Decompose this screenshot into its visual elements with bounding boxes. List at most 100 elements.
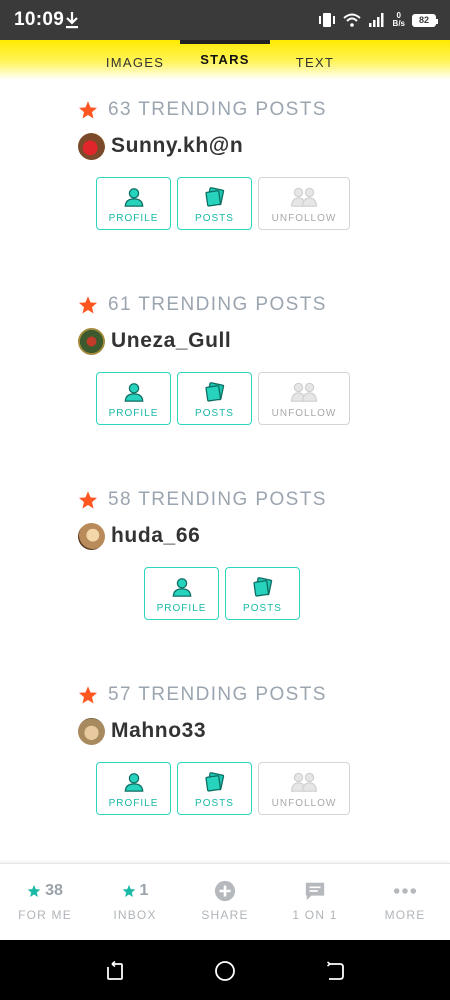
user-line[interactable]: Sunny.kh@n — [78, 131, 243, 161]
nav-inbox-count: 1 — [139, 882, 149, 899]
avatar[interactable] — [78, 717, 105, 745]
trending-count: 63 TRENDING POSTS — [108, 99, 327, 120]
wifi-icon — [342, 13, 361, 27]
nav-inbox[interactable]: 1 INBOX — [90, 864, 180, 941]
star-card: 57 TRENDING POSTS Mahno33 PROFILE POSTS … — [0, 682, 450, 877]
battery-icon: 82 — [412, 13, 438, 27]
star-icon — [27, 884, 41, 897]
posts-button[interactable]: POSTS — [177, 372, 252, 425]
avatar[interactable] — [78, 327, 105, 355]
profile-button[interactable]: PROFILE — [144, 567, 219, 620]
unfollow-button[interactable]: UNFOLLOW — [258, 177, 350, 230]
posts-button[interactable]: POSTS — [177, 762, 252, 815]
profile-label: PROFILE — [108, 213, 159, 224]
nav-inbox-top: 1 — [122, 880, 149, 902]
battery-level: 82 — [418, 15, 429, 25]
star-card: 63 TRENDING POSTS Sunny.kh@n PROFILE POS… — [0, 97, 450, 292]
posts-label: POSTS — [195, 213, 234, 224]
back-icon[interactable] — [324, 960, 346, 982]
profile-icon — [124, 773, 143, 792]
posts-label: POSTS — [243, 603, 282, 614]
nav-share[interactable]: SHARE — [180, 864, 270, 941]
tab-bar: IMAGES STARS TEXT — [0, 40, 450, 80]
unfollow-icon — [290, 187, 318, 207]
star-card: 58 TRENDING POSTS huda_66 PROFILE POSTS — [0, 487, 450, 682]
net-speed-unit: B/s — [392, 19, 405, 28]
posts-label: POSTS — [195, 798, 234, 809]
username[interactable]: Uneza_Gull — [111, 329, 231, 353]
active-tab-indicator — [180, 40, 270, 44]
nav-inbox-label: INBOX — [113, 908, 157, 922]
chat-icon — [305, 882, 325, 901]
nav-more-label: MORE — [384, 908, 426, 922]
posts-label: POSTS — [195, 408, 234, 419]
username[interactable]: Mahno33 — [111, 719, 206, 743]
profile-label: PROFILE — [156, 603, 207, 614]
plus-circle-icon — [214, 880, 236, 902]
tab-stars[interactable]: STARS — [180, 40, 270, 80]
more-dots-icon — [393, 888, 417, 894]
action-buttons: PROFILE POSTS — [144, 567, 300, 621]
unfollow-label: UNFOLLOW — [271, 408, 337, 419]
star-card: 61 TRENDING POSTS Uneza_Gull PROFILE POS… — [0, 292, 450, 487]
nav-more[interactable]: MORE — [360, 864, 450, 941]
posts-icon — [204, 187, 224, 207]
bottom-nav: 38 FOR ME 1 INBOX SHARE 1 ON 1 MORE — [0, 863, 450, 940]
tab-stars-label: STARS — [200, 51, 250, 67]
nav-for-me-top: 38 — [27, 880, 63, 902]
status-icons: 0 B/s 82 — [318, 10, 438, 30]
user-line[interactable]: Mahno33 — [78, 716, 206, 746]
nav-one-on-one[interactable]: 1 ON 1 — [270, 864, 360, 941]
trending-line: 63 TRENDING POSTS — [78, 97, 327, 123]
unfollow-label: UNFOLLOW — [271, 798, 337, 809]
trending-count: 57 TRENDING POSTS — [108, 684, 327, 705]
tab-text[interactable]: TEXT — [280, 40, 350, 80]
net-speed: 0 B/s — [393, 12, 405, 28]
profile-button[interactable]: PROFILE — [96, 372, 171, 425]
profile-button[interactable]: PROFILE — [96, 177, 171, 230]
posts-icon — [204, 772, 224, 792]
posts-button[interactable]: POSTS — [177, 177, 252, 230]
profile-label: PROFILE — [108, 408, 159, 419]
profile-icon — [172, 578, 191, 597]
system-nav-bar — [0, 940, 450, 1000]
star-icon — [122, 884, 135, 897]
unfollow-icon — [290, 772, 318, 792]
nav-one-on-one-top — [304, 880, 326, 902]
posts-button[interactable]: POSTS — [225, 567, 300, 620]
avatar[interactable] — [78, 522, 105, 550]
profile-icon — [124, 188, 143, 207]
unfollow-icon — [290, 382, 318, 402]
trending-count: 58 TRENDING POSTS — [108, 489, 327, 510]
posts-icon — [252, 577, 272, 597]
nav-one-on-one-label: 1 ON 1 — [292, 908, 338, 922]
home-icon[interactable] — [214, 960, 236, 982]
recents-icon[interactable] — [104, 960, 126, 982]
nav-for-me[interactable]: 38 FOR ME — [0, 864, 90, 941]
username[interactable]: Sunny.kh@n — [111, 134, 243, 158]
nav-share-label: SHARE — [201, 908, 249, 922]
vibrate-icon — [318, 13, 335, 27]
star-icon — [79, 686, 97, 704]
trending-line: 61 TRENDING POSTS — [78, 292, 327, 318]
unfollow-button[interactable]: UNFOLLOW — [258, 372, 350, 425]
profile-button[interactable]: PROFILE — [96, 762, 171, 815]
tab-images[interactable]: IMAGES — [95, 40, 175, 80]
unfollow-label: UNFOLLOW — [271, 213, 337, 224]
star-icon — [79, 296, 97, 314]
profile-icon — [124, 383, 143, 402]
unfollow-button[interactable]: UNFOLLOW — [258, 762, 350, 815]
username[interactable]: huda_66 — [111, 524, 200, 548]
nav-for-me-count: 38 — [45, 882, 63, 899]
status-time: 10:09 — [14, 9, 65, 30]
user-line[interactable]: Uneza_Gull — [78, 326, 231, 356]
profile-label: PROFILE — [108, 798, 159, 809]
nav-for-me-label: FOR ME — [18, 908, 72, 922]
trending-line: 57 TRENDING POSTS — [78, 682, 327, 708]
avatar[interactable] — [78, 132, 105, 160]
download-icon — [66, 12, 78, 29]
trending-count: 61 TRENDING POSTS — [108, 294, 327, 315]
star-icon — [79, 491, 97, 509]
posts-icon — [204, 382, 224, 402]
user-line[interactable]: huda_66 — [78, 521, 200, 551]
